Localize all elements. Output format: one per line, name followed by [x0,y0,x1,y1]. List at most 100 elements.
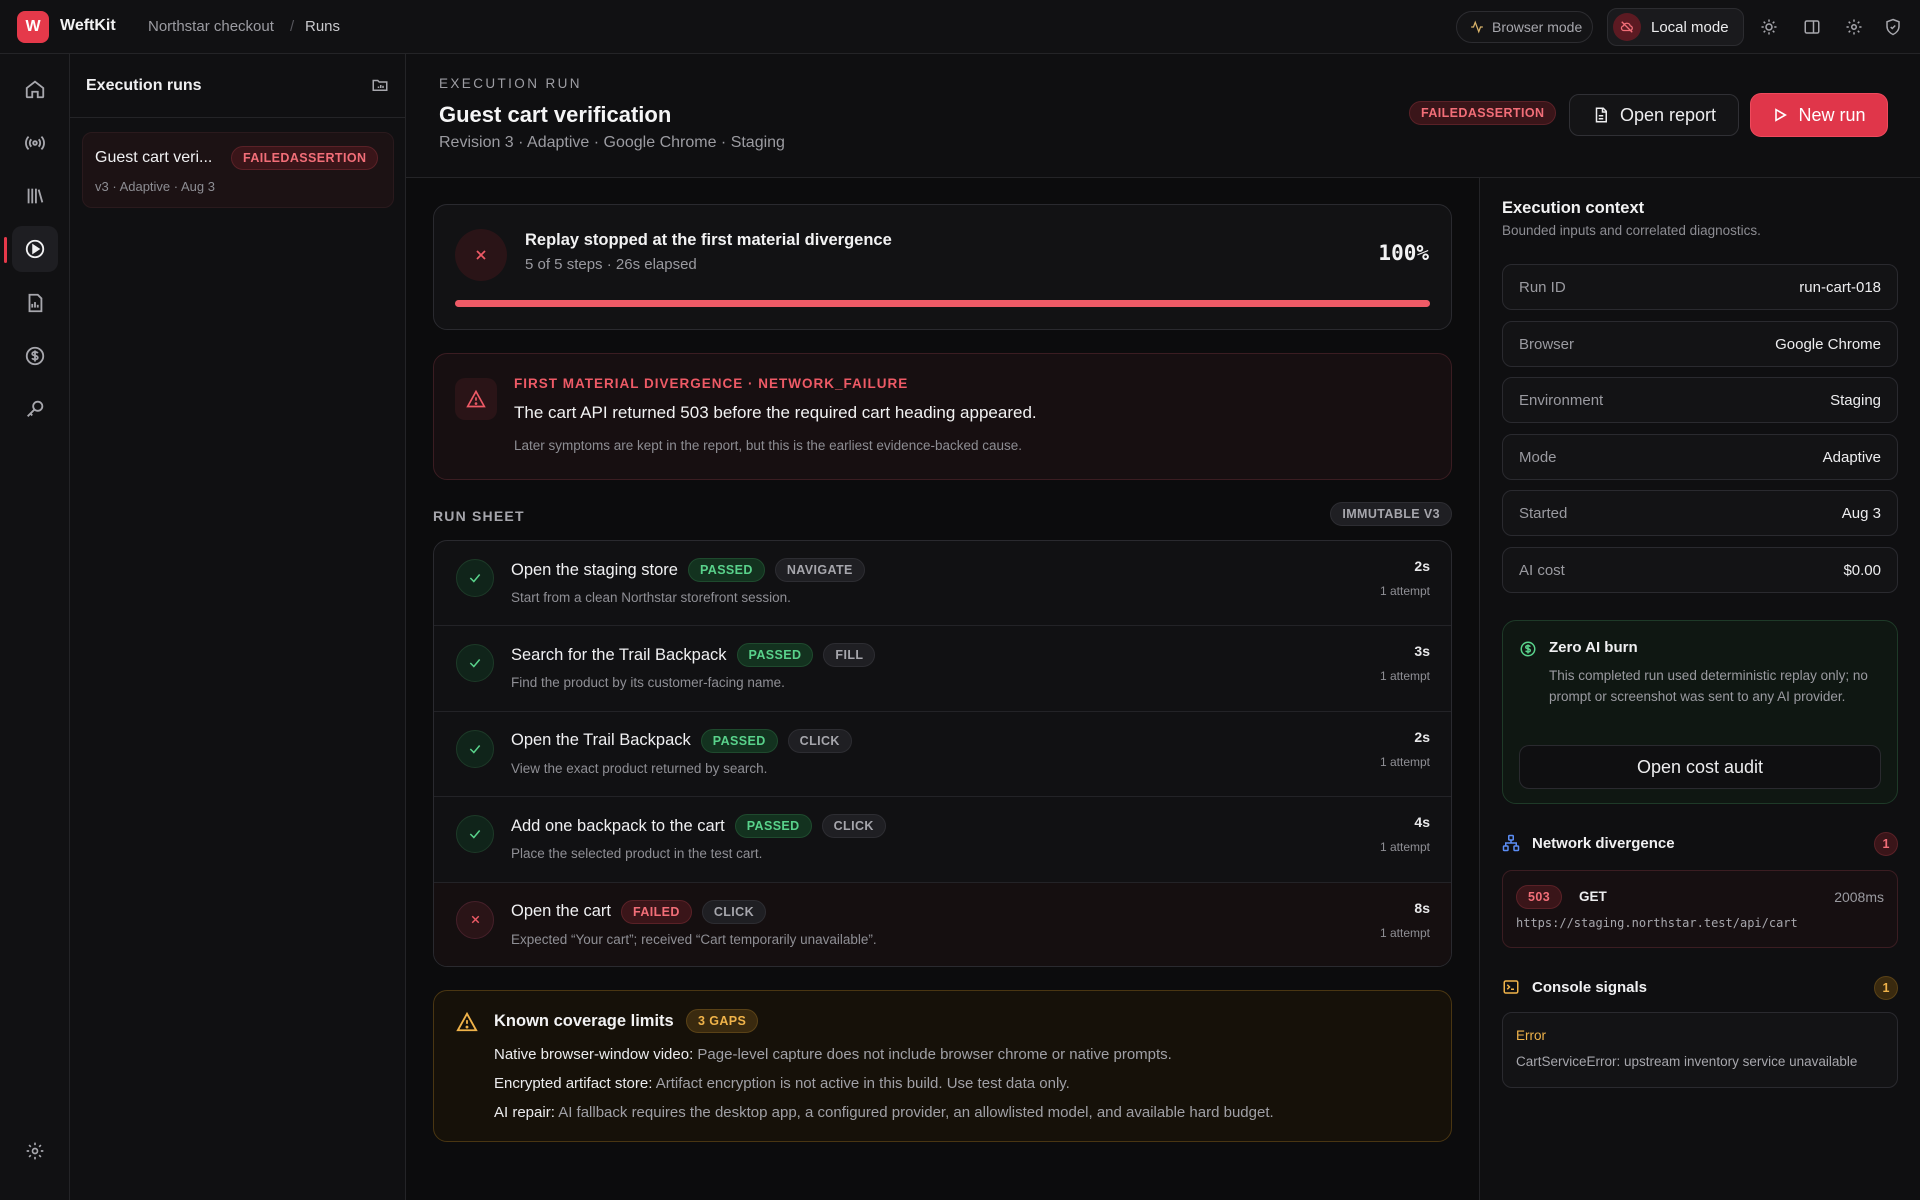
step-description: Find the product by its customer-facing … [511,675,785,691]
rail-keys[interactable] [12,386,58,432]
run-status-badge: FAILEDASSERTION [231,146,379,170]
coverage-limits-title: Known coverage limits [494,1012,674,1030]
browser-mode-label: Browser mode [1492,19,1583,35]
context-row-ai-cost: AI cost $0.00 [1502,547,1898,593]
step-title: Open the Trail Backpack [511,731,691,750]
check-icon [456,644,494,683]
rail-home[interactable] [12,66,58,112]
breadcrumb-runs[interactable]: Runs [305,18,340,35]
runs-sidebar-title: Execution runs [86,77,202,94]
document-icon [1595,107,1607,123]
run-subtitle: Revision 3 · Adaptive · Google Chrome · … [439,134,785,151]
breadcrumb-separator: / [290,18,295,35]
context-key: AI cost [1519,562,1565,579]
play-icon [1775,108,1788,122]
limit-label: AI repair: [494,1104,555,1121]
step-row[interactable]: Open the Trail Backpack PASSED CLICK Vie… [434,712,1451,798]
gear-icon [26,1142,44,1160]
progress-bar [455,300,1430,307]
divergence-message: The cart API returned 503 before the req… [514,403,1037,422]
app-logo[interactable]: W [17,11,49,43]
step-status-badge: PASSED [700,728,778,753]
request-duration: 2008ms [1834,889,1884,905]
play-circle-icon [25,239,45,259]
warning-icon [455,378,497,420]
step-action-badge: FILL [823,643,876,668]
step-row[interactable]: Add one backpack to the cart PASSED CLIC… [434,797,1451,883]
rail-runs[interactable] [12,226,58,272]
run-title: Guest cart veri... [95,149,213,166]
network-divergence-title: Network divergence [1532,835,1675,852]
step-row[interactable]: Search for the Trail Backpack PASSED FIL… [434,626,1451,712]
open-report-button[interactable]: Open report [1569,94,1739,136]
rail-library[interactable] [12,173,58,219]
context-value: Aug 3 [1841,505,1881,522]
rail-live[interactable] [12,120,58,166]
immutable-badge: IMMUTABLE V3 [1330,502,1452,526]
new-run-label: New run [1798,104,1866,125]
context-row-browser: Browser Google Chrome [1502,321,1898,367]
cloud-off-icon [1613,13,1641,41]
step-title: Open the cart [511,902,611,921]
console-signals-title: Console signals [1532,979,1648,996]
context-row-mode: Mode Adaptive [1502,434,1898,480]
close-icon [456,900,494,939]
close-icon [455,229,507,281]
context-key: Started [1519,505,1568,522]
step-action-badge: NAVIGATE [774,558,865,582]
rail-settings[interactable] [12,1128,58,1174]
gear-icon[interactable] [1843,16,1865,38]
zero-ai-title: Zero AI burn [1549,639,1638,656]
open-cost-audit-button[interactable]: Open cost audit [1519,745,1881,789]
folder-icon[interactable] [371,76,389,99]
context-value: Staging [1830,392,1881,409]
theme-sun-icon[interactable] [1758,16,1780,38]
rail-reports[interactable] [12,280,58,326]
check-icon [456,729,494,768]
context-value: $0.00 [1843,562,1881,579]
warning-icon [456,1011,478,1038]
step-attempts: 1 attempt [1379,840,1430,855]
http-status-badge: 503 [1516,885,1563,909]
limit-text: AI fallback requires the desktop app, a … [554,1104,1274,1121]
step-row[interactable]: Open the cart FAILED CLICK Expected “You… [434,882,1451,966]
network-icon [1502,834,1520,857]
step-attempts: 1 attempt [1379,669,1430,684]
progress-percent: 100% [1378,241,1429,265]
key-icon [27,400,44,417]
local-mode-label: Local mode [1651,18,1729,36]
console-level: Error [1516,1028,1546,1043]
step-description: View the exact product returned by searc… [511,760,768,776]
step-row[interactable]: Open the staging store PASSED NAVIGATE S… [434,541,1451,627]
new-run-button[interactable]: New run [1751,94,1887,136]
step-duration: 2s [1414,558,1430,574]
rail-active-indicator [4,237,7,263]
network-request-item[interactable]: 503 GET 2008ms https://staging.northstar… [1502,870,1898,948]
rail-costs[interactable] [12,333,58,379]
context-value: run-cart-018 [1799,279,1881,296]
context-value: Google Chrome [1775,336,1881,353]
local-mode-toggle[interactable]: Local mode [1607,8,1744,46]
step-attempts: 1 attempt [1379,925,1430,940]
icon-rail [0,54,70,1200]
step-duration: 4s [1414,814,1430,831]
progress-title: Replay stopped at the first material div… [525,231,892,249]
context-subtitle: Bounded inputs and correlated diagnostic… [1502,223,1761,238]
console-signal-item[interactable]: Error CartServiceError: upstream invento… [1502,1012,1898,1088]
progress-subtitle: 5 of 5 steps · 26s elapsed [525,256,697,273]
run-meta: v3 · Adaptive · Aug 3 [95,179,215,194]
report-icon [28,293,43,313]
check-icon [456,559,494,597]
top-bar: W WeftKit Northstar checkout / Runs Brow… [0,0,1920,54]
shield-icon[interactable] [1882,16,1904,38]
divergence-eyebrow: FIRST MATERIAL DIVERGENCE · NETWORK_FAIL… [514,376,909,391]
panel-layout-icon[interactable] [1801,16,1823,38]
run-list-item[interactable]: Guest cart veri... FAILEDASSERTION v3 · … [82,132,394,208]
browser-mode-toggle[interactable]: Browser mode [1456,11,1593,43]
divergence-note: Later symptoms are kept in the report, b… [514,438,1023,453]
step-action-badge: CLICK [701,899,767,924]
breadcrumb-project[interactable]: Northstar checkout [148,18,274,35]
step-attempts: 1 attempt [1379,584,1430,598]
step-duration: 8s [1414,899,1430,916]
step-title: Open the staging store [511,560,678,579]
